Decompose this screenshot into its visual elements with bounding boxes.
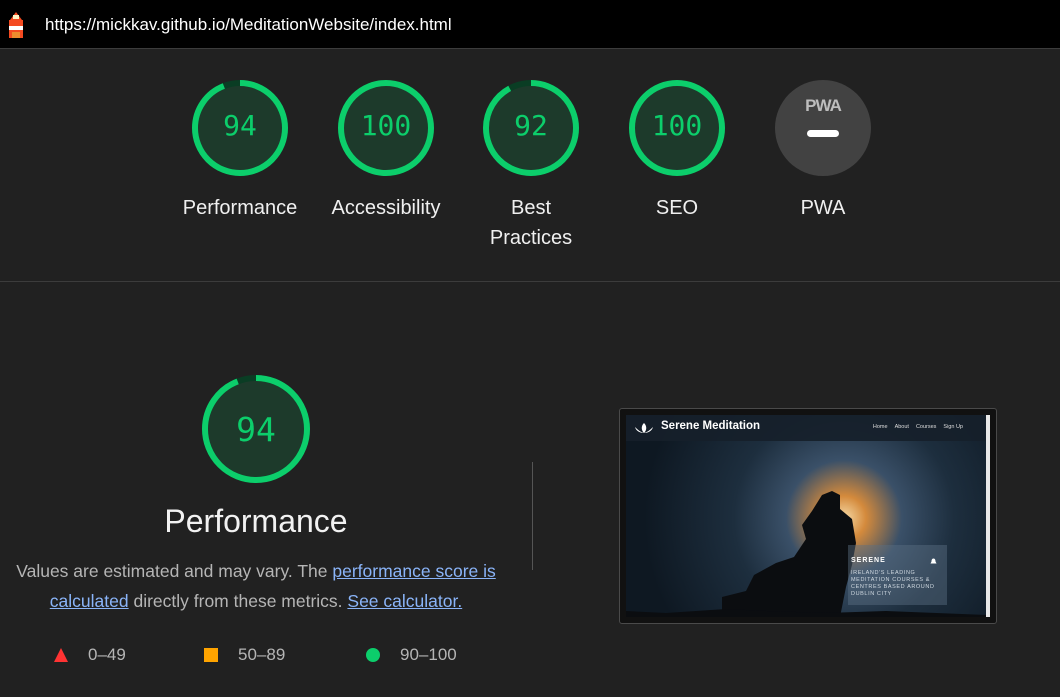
score-value: 92	[514, 109, 548, 142]
see-calculator-link[interactable]: See calculator.	[347, 591, 462, 611]
lotus-icon	[635, 423, 653, 433]
site-navbar: Serene Meditation Home About Courses Sig…	[626, 415, 987, 441]
hero-text: Ireland's leading meditation courses & c…	[851, 570, 935, 597]
legend-range: 0–49	[88, 645, 126, 664]
site-nav-links: Home About Courses Sign Up	[873, 424, 963, 430]
vertical-divider	[532, 462, 533, 570]
score-value: 94	[223, 109, 257, 142]
legend-range: 90–100	[400, 645, 457, 664]
triangle-icon	[54, 648, 68, 662]
legend-pass: 90–100	[365, 644, 457, 666]
category-label: Performance	[182, 197, 298, 219]
legend-range: 50–89	[238, 645, 286, 664]
score-value: 100	[651, 109, 703, 142]
site-nav-item: About	[894, 424, 909, 430]
site-nav-item: Courses	[915, 424, 937, 430]
category-label: Best Practices	[489, 197, 573, 249]
legend-fail: 0–49	[53, 644, 126, 666]
gauge-pwa[interactable]: PWA PWA	[773, 78, 873, 219]
performance-title: Performance	[164, 503, 348, 539]
screenshot-scrollbar	[986, 415, 990, 617]
description-text: Values are estimated and may vary. The	[16, 561, 333, 581]
square-icon	[204, 648, 218, 662]
site-nav-item: Home	[872, 424, 888, 430]
lighthouse-logo-icon	[9, 12, 23, 38]
pwa-badge-text: PWA	[805, 96, 842, 115]
category-label: PWA	[800, 197, 846, 219]
gauge-performance[interactable]: 94 Performance	[183, 78, 297, 219]
screenshot-image: Serene Meditation Home About Courses Sig…	[626, 415, 987, 617]
site-nav-item: Sign Up	[943, 424, 963, 430]
final-screenshot[interactable]: Serene Meditation Home About Courses Sig…	[619, 408, 997, 624]
category-label: Accessibility	[331, 197, 441, 219]
hero-title: SERENE	[851, 557, 886, 564]
gauge-accessibility[interactable]: 100 Accessibility	[332, 78, 440, 219]
description-text: directly from these metrics.	[128, 591, 348, 611]
url-text[interactable]: https://mickkav.github.io/MeditationWebs…	[45, 15, 452, 35]
site-hero-box: SERENE Ireland's leading meditation cour…	[848, 545, 947, 605]
bell-icon	[930, 558, 937, 564]
gauge-best-practices[interactable]: 92 Best Practices	[481, 78, 581, 249]
gauge-seo[interactable]: 100 SEO	[627, 78, 727, 219]
performance-score: 94	[236, 410, 276, 449]
pwa-badge-icon	[775, 80, 871, 176]
circle-icon	[366, 648, 380, 662]
site-title: Serene Meditation	[661, 420, 761, 432]
score-value: 100	[360, 109, 412, 142]
performance-description: Values are estimated and may vary. The p…	[10, 556, 502, 616]
url-bar: https://mickkav.github.io/MeditationWebs…	[0, 0, 1060, 49]
category-label: SEO	[655, 197, 699, 219]
legend-average: 50–89	[203, 644, 285, 666]
section-divider	[0, 281, 1060, 282]
